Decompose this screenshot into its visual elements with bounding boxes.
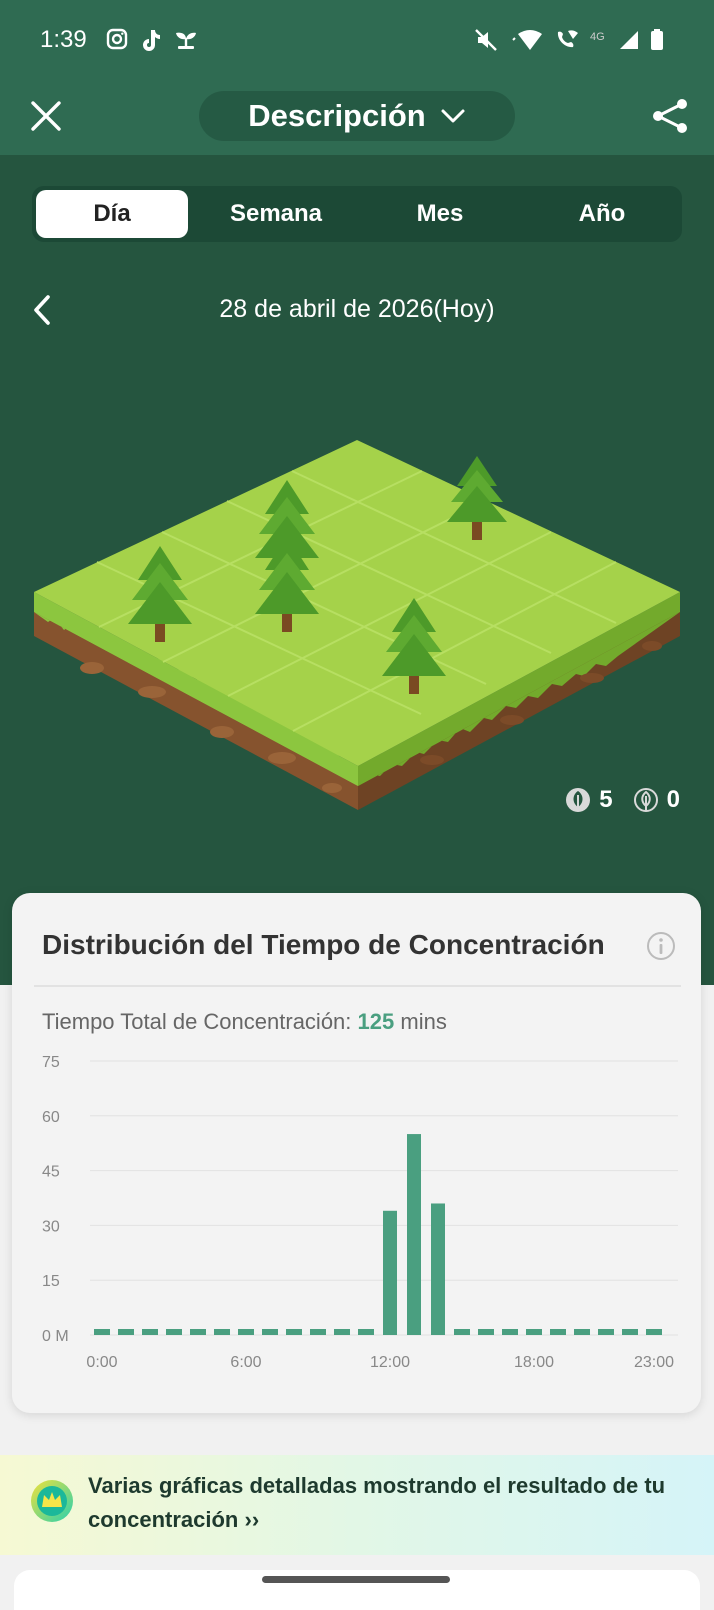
x-tick-label: 12:00 [370,1354,410,1371]
divider [34,985,681,987]
title-dropdown[interactable]: Descripción [199,91,515,141]
healthy-tree-icon [566,788,591,812]
bar-hour-14 [431,1203,445,1335]
bar-hour-3 [166,1329,182,1335]
bar-hour-20 [574,1329,590,1335]
x-tick-label: 23:00 [634,1354,674,1371]
y-tick-label: 60 [42,1109,60,1126]
app-bar: Descripción [0,80,714,155]
tab-day[interactable]: Día [36,190,188,238]
y-tick-label: 15 [42,1273,60,1290]
mute-icon [475,29,497,51]
bar-hour-16 [478,1329,494,1335]
x-tick-label: 18:00 [514,1354,554,1371]
bar-hour-9 [310,1329,326,1335]
card-title: Distribución del Tiempo de Concentración [42,929,605,960]
x-tick-label: 0:00 [86,1354,117,1371]
tiktok-icon [143,30,160,51]
wifi-calling-icon [557,30,578,48]
y-tick-label: 45 [42,1164,60,1181]
sprout-icon [176,32,196,49]
4g-icon: 4G [590,31,605,43]
close-icon[interactable] [28,98,64,134]
x-tick-label: 6:00 [230,1354,261,1371]
date-navigation: 28 de abril de 2026(Hoy) [0,285,714,335]
chevron-right-double-icon: ›› [244,1507,260,1532]
y-tick-label: 75 [42,1054,60,1071]
total-value: 125 [357,1009,395,1034]
status-time: 1:39 [40,26,87,53]
bar-hour-6 [238,1329,254,1335]
crown-icon [31,1480,73,1522]
tab-year[interactable]: Año [526,190,678,238]
instagram-icon [106,28,128,50]
bar-hour-13 [407,1134,421,1335]
bar-hour-23 [646,1329,662,1335]
withered-tree-icon [633,788,658,812]
info-icon[interactable] [646,931,676,961]
total-focus-time: Tiempo Total de Concentración: 125 mins [42,1009,447,1034]
distribution-card: Distribución del Tiempo de Concentración… [12,893,701,1413]
forest-counts: 5 0 [565,786,680,814]
svg-text:4G: 4G [590,31,605,43]
tab-month[interactable]: Mes [364,190,516,238]
bar-hour-21 [598,1329,614,1335]
bar-hour-11 [358,1329,374,1335]
withered-trees-count: 0 [633,786,680,814]
chevron-down-icon [441,109,465,123]
wifi-icon [512,30,542,50]
bar-hour-7 [262,1329,278,1335]
promo-banner[interactable]: Varias gráficas detalladas mostrando el … [0,1455,714,1555]
battery-icon [651,29,663,50]
y-tick-label: 0 M [42,1328,69,1345]
bar-hour-4 [190,1329,206,1335]
date-label: 28 de abril de 2026(Hoy) [219,295,495,323]
home-indicator[interactable] [262,1576,450,1583]
bar-hour-17 [502,1329,518,1335]
period-tabs: Día Semana Mes Año [32,186,682,242]
bar-hour-0 [94,1329,110,1335]
promo-text: Varias gráficas detalladas mostrando el … [88,1473,666,1532]
bar-hour-10 [334,1329,350,1335]
signal-icon [620,31,638,49]
bar-hour-2 [142,1329,158,1335]
bar-hour-18 [526,1329,542,1335]
bar-hour-1 [118,1329,134,1335]
bar-hour-5 [214,1329,230,1335]
bar-hour-22 [622,1329,638,1335]
bar-hour-15 [454,1329,470,1335]
forest-illustration [34,440,680,810]
focus-distribution-chart: 0 M 15 30 45 60 75 0:00 6:00 12:00 18:00 23:00 [42,1054,678,1371]
bar-hour-8 [286,1329,302,1335]
tab-week[interactable]: Semana [200,190,352,238]
bar-hour-19 [550,1329,566,1335]
status-bar: 1:39 4G [0,0,714,80]
y-tick-label: 30 [42,1218,60,1235]
share-icon[interactable] [650,96,690,136]
page-title: Descripción [248,98,426,133]
healthy-trees-count: 5 [565,786,613,814]
bar-hour-12 [383,1210,397,1335]
